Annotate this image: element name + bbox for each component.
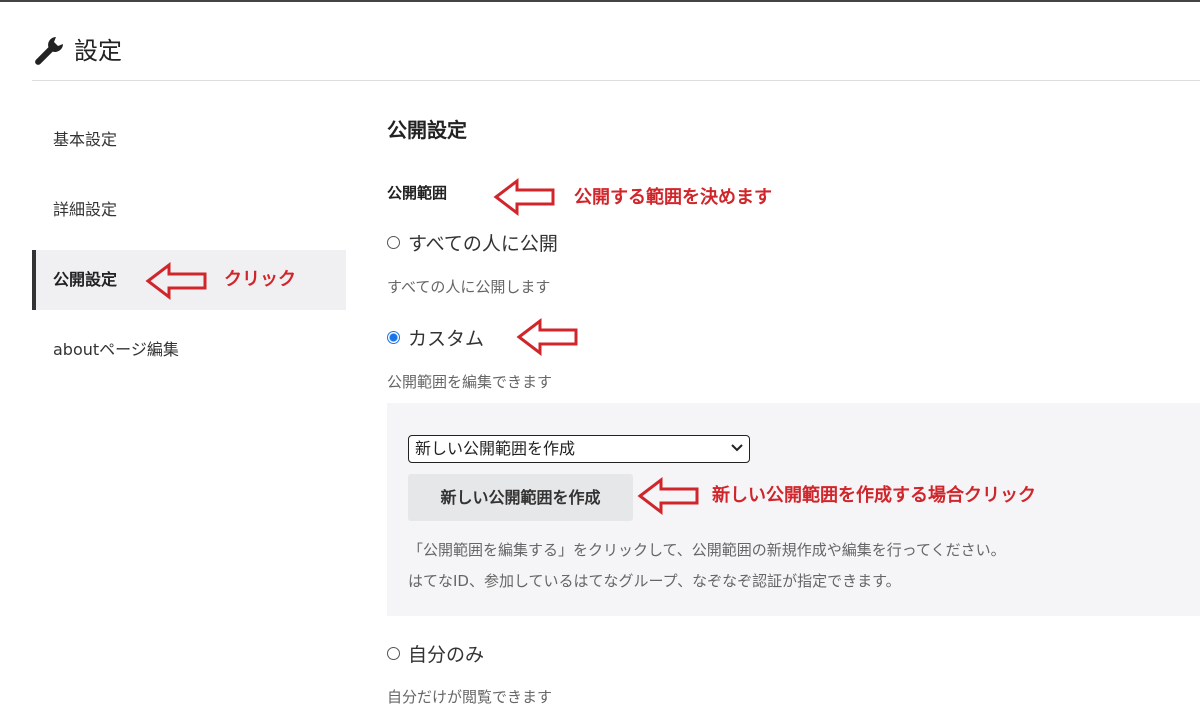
scope-select[interactable]: 新しい公開範囲を作成 xyxy=(408,435,750,463)
option-everyone[interactable]: すべての人に公開 xyxy=(387,229,558,256)
chevron-down-icon xyxy=(731,444,743,452)
annotation-arrow-left-icon xyxy=(145,261,207,301)
settings-page: 設定 基本設定 詳細設定 公開設定 aboutページ編集 クリック 公開設定 公… xyxy=(0,0,1200,706)
option-custom[interactable]: カスタム xyxy=(387,324,484,351)
panel-note-line1: 「公開範囲を編集する」をクリックして、公開範囲の新規作成や編集を行ってください。 xyxy=(408,541,1006,559)
page-header: 設定 xyxy=(32,30,1200,81)
sidebar: 基本設定 詳細設定 公開設定 aboutページ編集 xyxy=(32,110,346,390)
option-only-me-label: 自分のみ xyxy=(408,644,485,666)
option-custom-label: カスタム xyxy=(408,328,485,350)
annotation-arrow-left-icon xyxy=(493,177,555,217)
sidebar-item-basic[interactable]: 基本設定 xyxy=(32,110,346,170)
option-only-me-description: 自分だけが閲覧できます xyxy=(387,688,553,706)
scope-label: 公開範囲 xyxy=(387,184,448,202)
option-everyone-label: すべての人に公開 xyxy=(408,233,558,255)
page-title: 設定 xyxy=(74,37,122,65)
section-title: 公開設定 xyxy=(387,118,467,142)
scope-select-value: 新しい公開範囲を作成 xyxy=(415,439,576,458)
annotation-arrow-left-icon xyxy=(516,317,578,357)
annotation-click: クリック xyxy=(224,269,296,290)
panel-note-line2: はてなID、参加しているはてなグループ、なぞなぞ認証が指定できます。 xyxy=(408,572,901,590)
radio-custom[interactable] xyxy=(387,331,400,344)
option-everyone-description: すべての人に公開します xyxy=(387,278,551,296)
create-scope-button[interactable]: 新しい公開範囲を作成 xyxy=(408,474,633,521)
option-only-me[interactable]: 自分のみ xyxy=(387,640,484,667)
radio-only-me[interactable] xyxy=(387,647,400,660)
option-custom-description: 公開範囲を編集できます xyxy=(387,373,553,391)
sidebar-item-about[interactable]: aboutページ編集 xyxy=(32,320,346,380)
top-border xyxy=(0,0,1200,2)
radio-everyone[interactable] xyxy=(387,236,400,249)
custom-scope-panel: 新しい公開範囲を作成 新しい公開範囲を作成 「公開範囲を編集する」をクリックして… xyxy=(387,403,1200,616)
annotation-decide-scope: 公開する範囲を決めます xyxy=(574,187,772,208)
sidebar-item-detail[interactable]: 詳細設定 xyxy=(32,180,346,240)
annotation-arrow-left-icon xyxy=(637,476,699,516)
wrench-icon xyxy=(35,37,63,65)
annotation-create-new: 新しい公開範囲を作成する場合クリック xyxy=(712,485,1036,506)
